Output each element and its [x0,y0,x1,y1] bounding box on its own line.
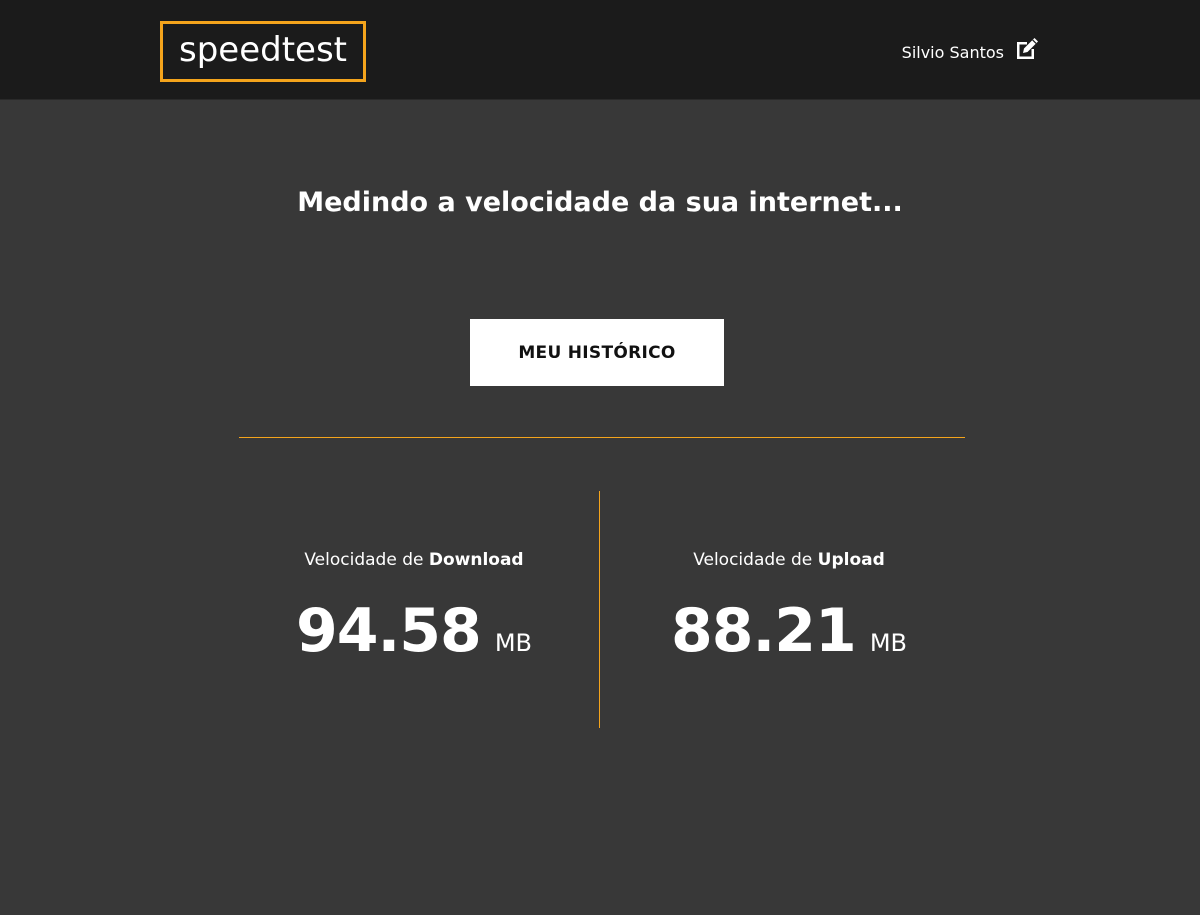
upload-speed-value: 88.21 MB [639,596,939,666]
vertical-divider [599,491,600,728]
top-navigation-bar: speedtest Silvio Santos [0,0,1200,100]
page-headline: Medindo a velocidade da sua internet... [297,187,903,218]
upload-speed-number: 88.21 [671,596,857,666]
horizontal-divider [239,437,965,438]
download-speed-unit: MB [494,629,532,657]
upload-speed-panel: Velocidade de Upload 88.21 MB [639,550,939,666]
user-profile-link[interactable]: Silvio Santos [902,36,1040,68]
download-speed-panel: Velocidade de Download 94.58 MB [264,550,564,666]
speedtest-logo[interactable]: speedtest [160,21,366,82]
download-speed-value: 94.58 MB [264,596,564,666]
edit-icon[interactable] [1014,36,1040,62]
user-name[interactable]: Silvio Santos [902,43,1004,62]
download-speed-label: Velocidade de Download [304,550,524,570]
download-speed-number: 94.58 [296,596,482,666]
upload-speed-label: Velocidade de Upload [693,550,885,570]
upload-speed-unit: MB [869,629,907,657]
my-history-button[interactable]: MEU HISTÓRICO [470,319,724,386]
